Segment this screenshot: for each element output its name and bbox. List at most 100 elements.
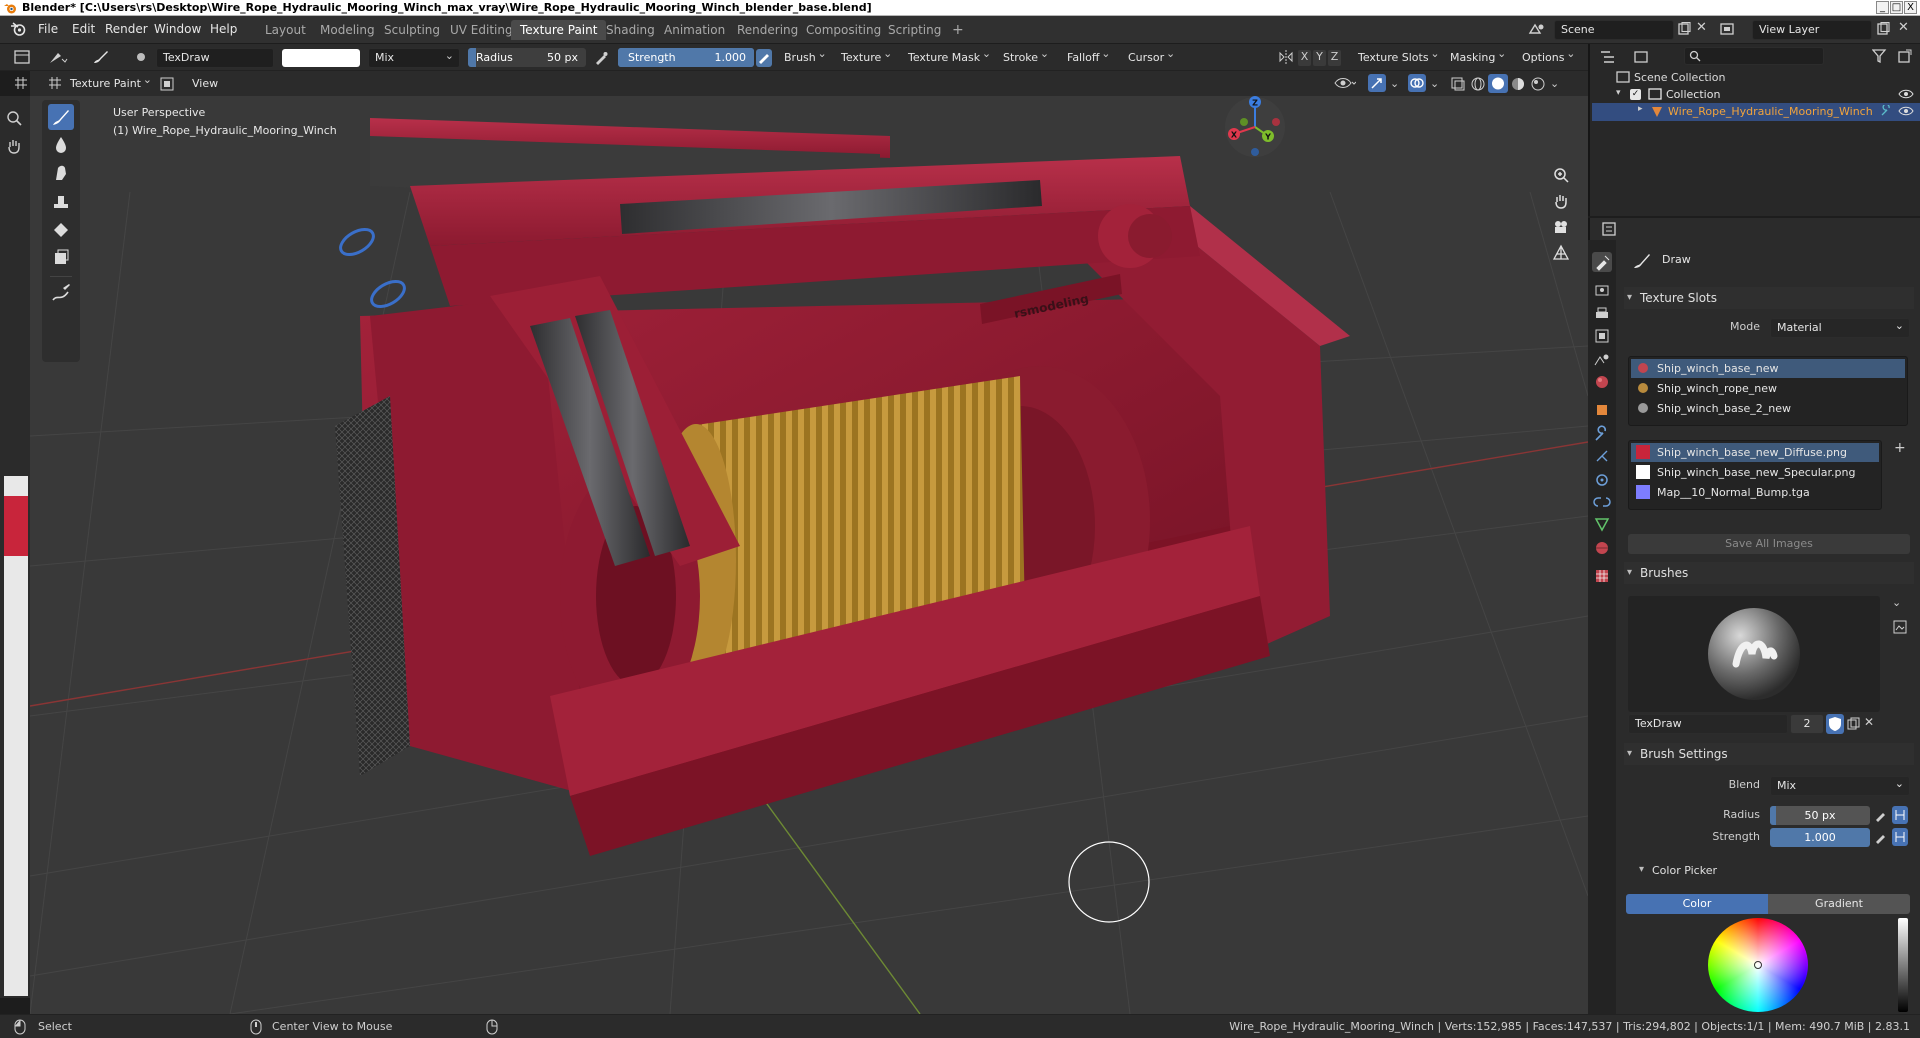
pressure-strength-icon[interactable]: [756, 49, 772, 67]
menu-stroke[interactable]: Stroke: [997, 44, 1052, 67]
close-button[interactable]: X: [1904, 1, 1917, 14]
view-layer-field[interactable]: View Layer: [1752, 20, 1872, 40]
zoom-icon[interactable]: [6, 110, 22, 126]
strength-unit-toggle-icon[interactable]: [1892, 828, 1908, 846]
modifier-properties-tab[interactable]: [1592, 424, 1612, 444]
menu-texture-mask[interactable]: Texture Mask: [902, 44, 994, 67]
blend-dropdown[interactable]: Mix ⌄: [1770, 776, 1910, 796]
new-collection-icon[interactable]: [1898, 49, 1912, 63]
fake-user-shield-icon[interactable]: [1826, 714, 1844, 734]
physics-properties-tab[interactable]: [1592, 470, 1612, 490]
wireframe-shading-icon[interactable]: [1470, 76, 1486, 92]
blender-menu-icon[interactable]: [10, 21, 26, 37]
ortho-grid-icon[interactable]: [1552, 244, 1570, 262]
radius-unit-toggle-icon[interactable]: [1892, 806, 1908, 824]
pan-view-icon[interactable]: [1552, 192, 1570, 210]
material-slot-item[interactable]: Ship_winch_base_new: [1631, 359, 1905, 378]
new-view-layer-icon[interactable]: [1876, 22, 1890, 36]
scene-icon[interactable]: [1528, 21, 1546, 37]
scene-collection-label[interactable]: Scene Collection: [1634, 71, 1725, 84]
overlays-toggle-icon[interactable]: [1408, 74, 1426, 92]
eye-icon[interactable]: [1898, 88, 1914, 100]
menu-edit[interactable]: Edit: [72, 22, 95, 36]
chevron-down-icon[interactable]: ⌄: [1550, 77, 1559, 90]
duplicate-brush-icon[interactable]: [1846, 717, 1860, 731]
grid-editor-icon[interactable]: [14, 76, 28, 90]
outliner-editor-icon[interactable]: [1600, 50, 1618, 64]
material-properties-tab[interactable]: [1592, 538, 1612, 558]
save-all-images-button[interactable]: Save All Images: [1628, 534, 1910, 554]
blend-mode-dropdown[interactable]: Mix ⌄: [368, 48, 460, 68]
radius-setting-slider[interactable]: 50 px: [1770, 806, 1870, 825]
properties-editor-icon[interactable]: [1602, 222, 1620, 236]
active-tool-icon[interactable]: [48, 49, 68, 65]
smear-tool-button[interactable]: [48, 160, 74, 186]
menu-options[interactable]: Options: [1516, 44, 1578, 67]
maximize-button[interactable]: □: [1890, 1, 1903, 14]
tab-texture-paint[interactable]: Texture Paint: [511, 20, 607, 40]
mask-tool-button[interactable]: [48, 244, 74, 270]
menu-cursor[interactable]: Cursor: [1122, 44, 1178, 67]
constraints-properties-tab[interactable]: [1592, 492, 1612, 512]
image-slot-item[interactable]: Ship_winch_base_new_Diffuse.png: [1631, 443, 1879, 462]
brush-preview-box[interactable]: [1628, 596, 1880, 712]
tab-rendering[interactable]: Rendering: [728, 20, 807, 40]
mode-dropdown[interactable]: Texture Paint: [64, 70, 155, 93]
chevron-down-icon[interactable]: ⌄: [1892, 596, 1901, 609]
particles-properties-tab[interactable]: [1592, 446, 1612, 466]
chevron-down-icon[interactable]: ⌄: [1430, 77, 1439, 90]
tab-animation[interactable]: Animation: [655, 20, 734, 40]
new-scene-icon[interactable]: [1677, 22, 1691, 36]
menu-falloff[interactable]: Falloff: [1061, 44, 1113, 67]
image-icon[interactable]: [160, 77, 174, 91]
tab-sculpting[interactable]: Sculpting: [375, 20, 449, 40]
outliner-search-input[interactable]: [1684, 47, 1824, 65]
pressure-icon[interactable]: [1874, 808, 1888, 822]
annotate-tool-button[interactable]: [48, 280, 74, 306]
collapse-collection-icon[interactable]: ▾: [1616, 88, 1621, 98]
texture-properties-tab[interactable]: [1592, 566, 1612, 586]
menu-render[interactable]: Render: [105, 22, 148, 36]
tab-scripting[interactable]: Scripting: [879, 20, 950, 40]
color-wheel-cursor[interactable]: [1754, 961, 1762, 969]
mirror-y-toggle[interactable]: Y: [1313, 50, 1326, 66]
view-layer-icon[interactable]: [1720, 22, 1738, 36]
navigation-gizmo[interactable]: Z Y X: [1220, 96, 1290, 162]
object-properties-tab[interactable]: [1592, 400, 1612, 420]
strength-setting-slider[interactable]: 1.000: [1770, 828, 1870, 847]
menu-masking[interactable]: Masking: [1444, 44, 1509, 67]
pressure-radius-icon[interactable]: [593, 50, 609, 66]
radius-slider[interactable]: Radius 50 px: [468, 48, 586, 67]
3d-viewport[interactable]: rsmodeling User Perspective (1) Wire_Rop…: [30, 96, 1588, 1014]
object-label[interactable]: Wire_Rope_Hydraulic_Mooring_Winch: [1668, 105, 1873, 118]
brushes-header[interactable]: Brushes: [1624, 562, 1914, 584]
expand-object-icon[interactable]: ▸: [1638, 104, 1643, 114]
menu-view[interactable]: View: [192, 77, 218, 90]
rendered-shading-icon[interactable]: [1530, 76, 1546, 92]
output-properties-tab[interactable]: [1592, 304, 1612, 324]
material-slot-item[interactable]: Ship_winch_base_2_new: [1631, 399, 1905, 418]
menu-help[interactable]: Help: [210, 22, 237, 36]
pressure-icon[interactable]: [1874, 830, 1888, 844]
color-picker-header[interactable]: ▾ Color Picker: [1636, 864, 1906, 884]
value-slider[interactable]: [1898, 918, 1908, 1012]
unlink-brush-icon[interactable]: ✕: [1864, 715, 1874, 729]
tab-shading[interactable]: Shading: [597, 20, 664, 40]
solid-shading-icon[interactable]: [1488, 74, 1508, 93]
brush-settings-header[interactable]: Brush Settings: [1624, 743, 1914, 765]
render-properties-tab[interactable]: [1592, 280, 1612, 300]
filter-icon[interactable]: [1872, 49, 1888, 63]
editor-type-icon[interactable]: [14, 49, 30, 65]
xray-toggle-icon[interactable]: [1450, 76, 1466, 92]
remove-view-layer-icon[interactable]: ✕: [1898, 20, 1909, 35]
color-tab[interactable]: Color: [1626, 894, 1768, 914]
draw-tool-button[interactable]: [48, 104, 74, 130]
tab-compositing[interactable]: Compositing: [797, 20, 890, 40]
add-workspace-button[interactable]: +: [943, 20, 973, 40]
zoom-view-icon[interactable]: [1552, 166, 1570, 184]
brush-image-icon[interactable]: [1893, 620, 1907, 634]
tab-uv-editing[interactable]: UV Editing: [441, 20, 522, 40]
gizmo-toggle-icon[interactable]: [1368, 74, 1386, 92]
menu-brush[interactable]: Brush: [778, 44, 830, 67]
visibility-icon[interactable]: [1334, 75, 1356, 91]
